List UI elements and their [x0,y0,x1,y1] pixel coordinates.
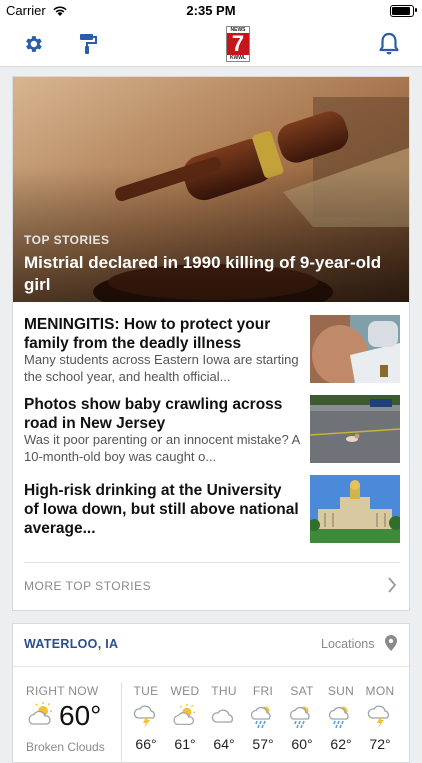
more-top-stories-link[interactable]: MORE TOP STORIES [24,579,151,593]
partly-cloudy-icon [166,704,204,728]
chevron-right-icon[interactable] [387,577,397,598]
battery-cap [415,8,417,12]
forecast-day[interactable]: THU 64° [205,684,243,752]
locations-button[interactable]: Locations [321,637,375,651]
forecast-day[interactable]: TUE 66° [127,684,165,752]
logo-call-letters: KWWL [227,55,249,61]
station-logo: NEWS 7 KWWL [226,26,250,62]
weather-header-divider [13,666,411,667]
section-kicker: TOP STORIES [24,233,110,247]
paint-roller-icon[interactable] [74,30,102,58]
story-summary: Many students across Eastern Iowa are st… [24,352,299,384]
top-stories-card: TOP STORIES Mistrial declared in 1990 ki… [12,76,410,611]
story-summary: Was it poor parenting or an innocent mis… [24,432,300,464]
partly-cloudy-icon [26,702,56,733]
right-now-label: RIGHT NOW [26,684,99,698]
rain-sun-icon [322,704,360,728]
story-item[interactable]: High-risk drinking at the University of … [24,475,400,547]
story-item[interactable]: MENINGITIS: How to protect your family f… [24,315,400,385]
status-bar: Carrier 2:35 PM [0,0,422,22]
story-headline[interactable]: Photos show baby crawling across road in… [24,395,300,433]
logo-number: 7 [231,31,245,56]
current-temperature: 60° [59,700,102,731]
rain-sun-icon [244,704,282,728]
story-thumbnail-vaccine [310,315,400,383]
nav-bar: NEWS 7 KWWL [0,22,422,67]
notifications-bell-icon[interactable] [375,30,403,58]
forecast-day-label: THU [211,684,237,698]
rain-sun-icon [283,704,321,728]
weather-city: WATERLOO, IA [24,637,119,651]
forecast-day[interactable]: MON 72° [361,684,399,752]
current-condition: Broken Clouds [26,740,105,754]
forecast-day[interactable]: FRI 57° [244,684,282,752]
forecast-separator [121,682,122,762]
forecast-day-label: MON [365,684,395,698]
forecast-day-label: WED [170,684,200,698]
cloud-icon [205,704,243,728]
story-headline[interactable]: MENINGITIS: How to protect your family f… [24,315,300,353]
weather-card: WATERLOO, IA Locations RIGHT NOW 60° Bro… [12,623,411,763]
forecast-day[interactable]: SAT 60° [283,684,321,752]
section-divider [24,562,400,563]
thunderstorm-icon [127,704,165,728]
battery-icon [390,5,414,17]
story-thumbnail-capitol [310,475,400,543]
story-item[interactable]: Photos show baby crawling across road in… [24,395,400,465]
story-thumbnail-road [310,395,400,463]
location-pin-icon[interactable] [385,635,397,656]
hero-headline[interactable]: Mistrial declared in 1990 killing of 9-y… [24,252,394,296]
forecast-day-label: SUN [327,684,355,698]
clock-label: 2:35 PM [186,3,236,18]
forecast-day-label: TUE [133,684,159,698]
thunderstorm-icon [361,704,399,728]
forecast-day-label: SAT [290,684,314,698]
forecast-day-label: FRI [252,684,274,698]
hero-story[interactable]: TOP STORIES Mistrial declared in 1990 ki… [13,77,409,302]
forecast-day[interactable]: SUN 62° [322,684,360,752]
settings-gear-icon[interactable] [19,30,47,58]
forecast-day[interactable]: WED 61° [166,684,204,752]
story-headline[interactable]: High-risk drinking at the University of … [24,481,300,538]
